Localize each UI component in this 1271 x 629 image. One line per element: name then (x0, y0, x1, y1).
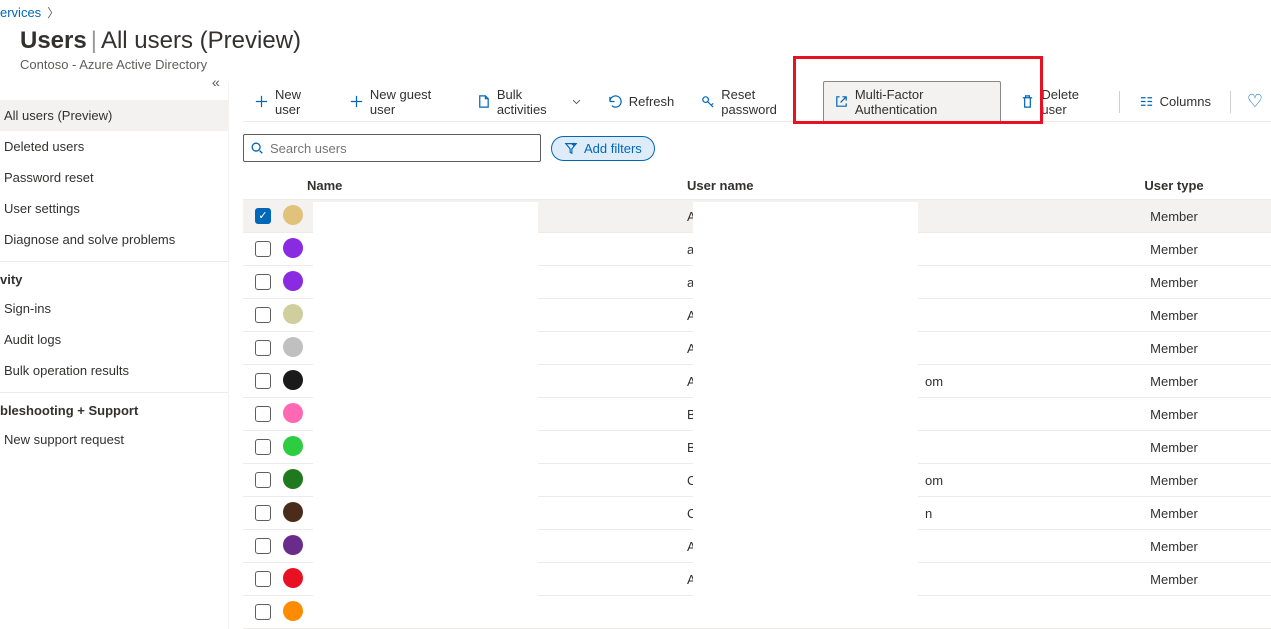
avatar (283, 403, 303, 423)
row-checkbox[interactable] (255, 340, 271, 356)
cell-usertype: Member (1077, 506, 1271, 521)
breadcrumb[interactable]: ervices 〉 (0, 0, 1271, 23)
sidebar-item[interactable]: User settings (0, 193, 228, 224)
row-checkbox[interactable] (255, 538, 271, 554)
title-main: Users (20, 27, 87, 55)
heart-icon[interactable]: ♡ (1239, 91, 1271, 112)
avatar (283, 535, 303, 555)
avatar (283, 271, 303, 291)
add-filters-button[interactable]: Add filters (551, 136, 655, 161)
avatar (283, 205, 303, 225)
cell-usertype: Member (1077, 242, 1271, 257)
row-checkbox[interactable] (255, 208, 271, 224)
chevron-down-icon (571, 96, 582, 107)
filter-icon (564, 141, 578, 155)
search-input[interactable] (243, 134, 541, 162)
cell-usertype: Member (1077, 209, 1271, 224)
avatar (283, 568, 303, 588)
row-checkbox[interactable] (255, 439, 271, 455)
cell-usertype: Member (1077, 374, 1271, 389)
cell-usertype: Member (1077, 275, 1271, 290)
col-header-username[interactable]: User name (687, 178, 1077, 193)
cell-usertype: Member (1077, 572, 1271, 587)
row-checkbox[interactable] (255, 241, 271, 257)
new-guest-user-button[interactable]: New guest user (338, 81, 461, 123)
row-checkbox[interactable] (255, 274, 271, 290)
toolbar: New user New guest user Bulk activities … (243, 82, 1271, 122)
new-user-button[interactable]: New user (243, 81, 334, 123)
collapse-sidebar-icon[interactable]: « (212, 76, 220, 92)
sidebar-item[interactable]: All users (Preview) (0, 100, 228, 131)
users-table: Name User name User type AMemberaMembera… (243, 172, 1271, 629)
avatar (283, 238, 303, 258)
cell-usertype: Member (1077, 407, 1271, 422)
row-checkbox[interactable] (255, 571, 271, 587)
row-checkbox[interactable] (255, 472, 271, 488)
columns-button[interactable]: Columns (1128, 88, 1222, 115)
sidebar: « All users (Preview)Deleted usersPasswo… (0, 82, 228, 629)
bulk-activities-button[interactable]: Bulk activities (465, 81, 593, 123)
reset-password-button[interactable]: Reset password (689, 81, 815, 123)
sidebar-item[interactable]: Diagnose and solve problems (0, 224, 228, 255)
cell-usertype: Member (1077, 308, 1271, 323)
cell-usertype: Member (1077, 440, 1271, 455)
avatar (283, 469, 303, 489)
plus-icon (349, 94, 364, 109)
cell-username (687, 605, 1077, 620)
row-checkbox[interactable] (255, 505, 271, 521)
sidebar-item[interactable]: Password reset (0, 162, 228, 193)
trash-icon (1020, 94, 1035, 109)
redaction-overlay (693, 202, 918, 602)
columns-icon (1139, 94, 1154, 109)
sidebar-item[interactable]: Audit logs (0, 324, 228, 355)
search-field[interactable] (264, 140, 534, 157)
refresh-icon (608, 94, 623, 109)
redaction-overlay (313, 202, 538, 602)
avatar (283, 370, 303, 390)
document-icon (476, 94, 491, 109)
chevron-right-icon: 〉 (47, 4, 59, 21)
row-checkbox[interactable] (255, 406, 271, 422)
sidebar-item[interactable]: Sign-ins (0, 293, 228, 324)
col-header-usertype[interactable]: User type (1077, 178, 1271, 193)
row-checkbox[interactable] (255, 307, 271, 323)
sidebar-group-activity: vity (0, 261, 228, 293)
avatar (283, 601, 303, 621)
avatar (283, 304, 303, 324)
cell-usertype: Member (1077, 473, 1271, 488)
subtitle: Contoso - Azure Active Directory (0, 55, 1271, 72)
key-icon (700, 94, 715, 109)
avatar (283, 502, 303, 522)
mfa-button[interactable]: Multi-Factor Authentication (823, 81, 1002, 123)
row-checkbox[interactable] (255, 373, 271, 389)
breadcrumb-item[interactable]: ervices (0, 5, 41, 20)
search-icon (250, 141, 264, 155)
avatar (283, 436, 303, 456)
refresh-button[interactable]: Refresh (597, 88, 686, 115)
cell-usertype: Member (1077, 539, 1271, 554)
title-sub: All users (Preview) (101, 27, 301, 55)
sidebar-item[interactable]: Deleted users (0, 131, 228, 162)
plus-icon (254, 94, 269, 109)
page-title: Users | All users (Preview) (0, 23, 1271, 55)
external-link-icon (834, 94, 849, 109)
sidebar-item[interactable]: Bulk operation results (0, 355, 228, 386)
row-checkbox[interactable] (255, 604, 271, 620)
delete-user-button[interactable]: Delete user (1009, 81, 1110, 123)
avatar (283, 337, 303, 357)
sidebar-item[interactable]: New support request (0, 424, 228, 455)
sidebar-group-troubleshooting: bleshooting + Support (0, 392, 228, 424)
cell-usertype: Member (1077, 341, 1271, 356)
col-header-name[interactable]: Name (307, 178, 687, 193)
